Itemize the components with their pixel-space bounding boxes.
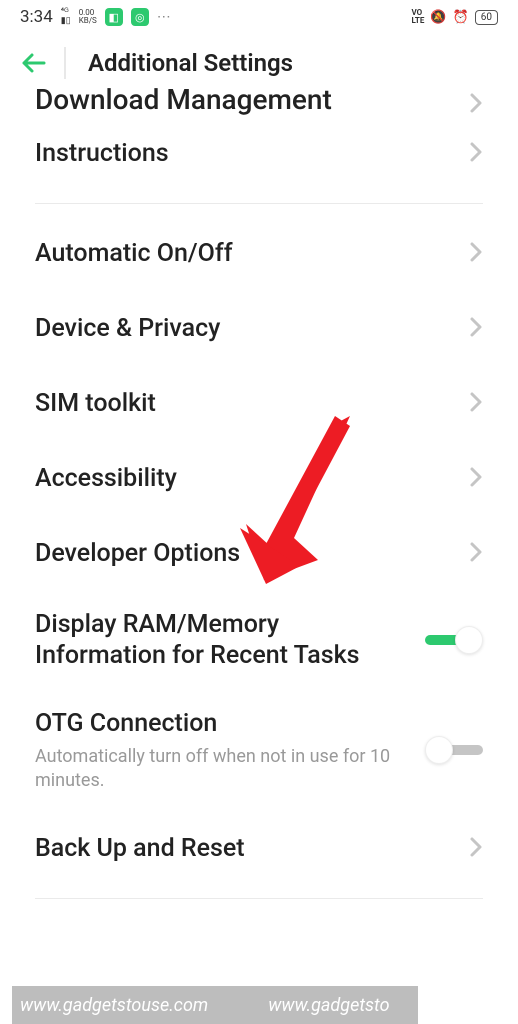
chevron-right-icon: [469, 540, 483, 568]
more-icon: ⋯: [157, 9, 171, 25]
volte-icon: VOLTE: [411, 9, 424, 25]
network-speed: 0.00KB/S: [79, 9, 97, 25]
setting-label: Automatic On/Off: [35, 238, 233, 269]
setting-item-developer-options[interactable]: Developer Options: [35, 516, 483, 591]
setting-item-sim-toolkit[interactable]: SIM toolkit: [35, 366, 483, 441]
battery-icon: 60: [475, 10, 498, 25]
back-button[interactable]: [20, 47, 66, 79]
setting-item-otg-connection[interactable]: OTG Connection Automatically turn off wh…: [35, 690, 483, 812]
toggle-otg[interactable]: [425, 734, 483, 766]
toggle-display-ram[interactable]: [425, 624, 483, 656]
setting-label: Display RAM/Memory Information for Recen…: [35, 609, 413, 672]
signal-icon: ⁴ᴳ▮▯: [61, 8, 71, 26]
setting-label: Developer Options: [35, 538, 240, 569]
setting-label: Download Management: [35, 83, 332, 116]
status-bar: 3:34 ⁴ᴳ▮▯ 0.00KB/S ◧ ◎ ⋯ VOLTE 🔕 ⏰ 60: [0, 0, 518, 34]
setting-item-accessibility[interactable]: Accessibility: [35, 441, 483, 516]
page-title: Additional Settings: [88, 49, 293, 77]
setting-label: SIM toolkit: [35, 388, 156, 419]
status-time: 3:34: [20, 7, 53, 27]
app-badge-icon: ◎: [131, 8, 149, 26]
setting-label: Accessibility: [35, 463, 177, 494]
setting-label: Back Up and Reset: [35, 833, 245, 864]
alarm-icon: ⏰: [453, 10, 469, 25]
chevron-right-icon: [469, 315, 483, 343]
setting-item-device-privacy[interactable]: Device & Privacy: [35, 291, 483, 366]
setting-item-instructions[interactable]: Instructions: [35, 116, 483, 191]
chevron-right-icon: [469, 89, 483, 116]
app-badge-icon: ◧: [105, 8, 123, 26]
chevron-right-icon: [469, 465, 483, 493]
chevron-right-icon: [469, 390, 483, 418]
divider: [35, 898, 483, 899]
mute-icon: 🔕: [430, 10, 446, 25]
setting-label: Device & Privacy: [35, 313, 220, 344]
chevron-right-icon: [469, 835, 483, 863]
setting-item-automatic-onoff[interactable]: Automatic On/Off: [35, 216, 483, 291]
setting-subtitle: Automatically turn off when not in use f…: [35, 745, 413, 794]
watermark: www.gadgetstouse.com www.gadgetsto: [12, 986, 418, 1024]
chevron-right-icon: [469, 140, 483, 168]
setting-item-display-ram[interactable]: Display RAM/Memory Information for Recen…: [35, 591, 483, 690]
setting-item-download-management[interactable]: Download Management: [35, 78, 483, 116]
setting-item-backup-reset[interactable]: Back Up and Reset: [35, 811, 483, 886]
chevron-right-icon: [469, 240, 483, 268]
divider: [35, 203, 483, 204]
setting-label: Instructions: [35, 138, 169, 169]
setting-label: OTG Connection: [35, 708, 413, 739]
